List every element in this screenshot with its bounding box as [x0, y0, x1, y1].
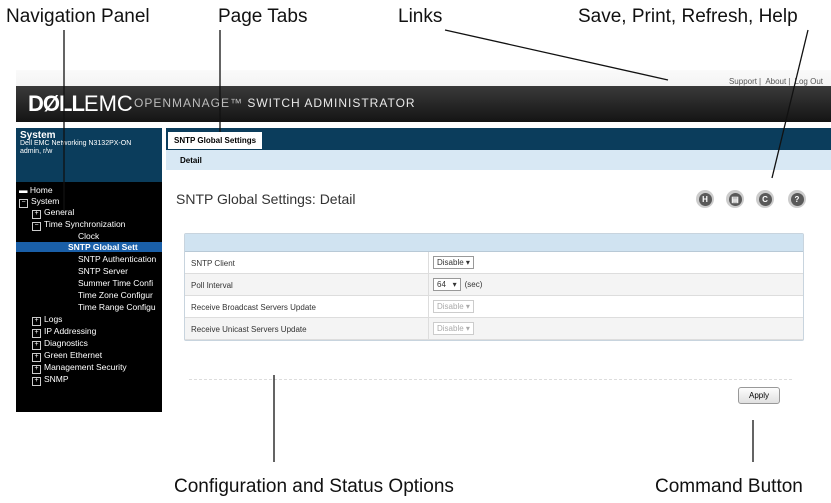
- table-row: Poll Interval 64 ▾ (sec): [185, 274, 803, 296]
- banner: DØLLEMC OPENMANAGE™ SWITCH ADMINISTRATOR…: [16, 70, 831, 122]
- table-row: SNTP Client Disable ▾: [185, 252, 803, 274]
- nav-time-zone[interactable]: Time Zone Configur: [78, 290, 153, 300]
- callout-page-tabs: Page Tabs: [218, 6, 308, 27]
- dell-emc-logo: DØLLEMC: [28, 91, 133, 116]
- collapse-icon[interactable]: −: [19, 199, 28, 208]
- expand-icon[interactable]: +: [32, 353, 41, 362]
- nav-logs[interactable]: + Logs: [32, 314, 62, 326]
- sub-tabs: Detail: [166, 150, 831, 170]
- nav-time-sync[interactable]: − Time Synchronization: [32, 219, 125, 231]
- system-header: System Dell EMC Networking N3132PX-ON ad…: [16, 128, 162, 182]
- expand-icon[interactable]: +: [32, 317, 41, 326]
- sntp-client-select[interactable]: Disable ▾: [433, 256, 474, 269]
- save-icon[interactable]: H: [696, 190, 714, 208]
- tab-detail[interactable]: Detail: [180, 156, 202, 165]
- print-icon[interactable]: ▤: [726, 190, 744, 208]
- nav-sntp-global[interactable]: SNTP Global Sett: [16, 242, 162, 252]
- user-role: admin, r/w: [20, 148, 53, 155]
- unicast-update-select[interactable]: Disable ▾: [433, 322, 474, 335]
- navigation-panel: ▬ Home − System + General − Time Synchroniz…: [16, 182, 162, 412]
- expand-icon[interactable]: +: [32, 377, 41, 386]
- settings-table: SNTP Client Disable ▾ Poll Interval 64 ▾ (s…: [184, 233, 804, 341]
- nav-time-range[interactable]: Time Range Configu: [78, 302, 156, 312]
- callout-navigation-panel: Navigation Panel: [6, 6, 150, 27]
- refresh-icon[interactable]: C: [756, 190, 774, 208]
- page-title: SNTP Global Settings: Detail: [176, 191, 356, 207]
- table-header: [185, 234, 803, 252]
- nav-mgmt-security[interactable]: + Management Security: [32, 362, 127, 374]
- divider: [189, 379, 792, 380]
- nav-snmp[interactable]: + SNMP: [32, 374, 69, 386]
- callout-links: Links: [398, 6, 443, 27]
- link-about[interactable]: About: [765, 77, 786, 86]
- expand-icon[interactable]: +: [32, 210, 41, 219]
- nav-sntp-server[interactable]: SNTP Server: [78, 266, 128, 276]
- device-name: Dell EMC Networking N3132PX-ON: [20, 140, 132, 147]
- top-links: Support | About | Log Out: [728, 77, 823, 86]
- nav-sntp-auth[interactable]: SNTP Authentication: [78, 254, 156, 264]
- expand-icon[interactable]: +: [32, 365, 41, 374]
- broadcast-update-select[interactable]: Disable ▾: [433, 300, 474, 313]
- nav-clock[interactable]: Clock: [78, 231, 99, 241]
- nav-home[interactable]: ▬ Home: [19, 185, 53, 195]
- link-logout[interactable]: Log Out: [795, 77, 823, 86]
- table-row: Receive Broadcast Servers Update Disable …: [185, 296, 803, 318]
- app-title: OPENMANAGE™ SWITCH ADMINISTRATOR: [134, 96, 416, 110]
- callout-command-button: Command Button: [655, 476, 803, 497]
- page-tabs: SNTP Global Settings: [166, 128, 831, 150]
- collapse-icon[interactable]: −: [32, 222, 41, 231]
- callout-config-status-options: Configuration and Status Options: [174, 476, 454, 497]
- nav-ip-addressing[interactable]: + IP Addressing: [32, 326, 96, 338]
- tab-sntp-global-settings[interactable]: SNTP Global Settings: [168, 132, 263, 149]
- expand-icon[interactable]: +: [32, 329, 41, 338]
- nav-green-ethernet[interactable]: + Green Ethernet: [32, 350, 102, 362]
- help-icon[interactable]: ?: [788, 190, 806, 208]
- table-row: Receive Unicast Servers Update Disable ▾: [185, 318, 803, 340]
- switch-admin-window: DØLLEMC OPENMANAGE™ SWITCH ADMINISTRATOR…: [16, 70, 831, 412]
- nav-summer-time[interactable]: Summer Time Confi: [78, 278, 153, 288]
- poll-interval-select[interactable]: 64 ▾: [433, 278, 461, 291]
- nav-general[interactable]: + General: [32, 207, 74, 219]
- link-support[interactable]: Support: [729, 77, 757, 86]
- expand-icon[interactable]: +: [32, 341, 41, 350]
- nav-diagnostics[interactable]: + Diagnostics: [32, 338, 88, 350]
- apply-button[interactable]: Apply: [738, 387, 781, 404]
- callout-save-print-refresh-help: Save, Print, Refresh, Help: [578, 6, 798, 27]
